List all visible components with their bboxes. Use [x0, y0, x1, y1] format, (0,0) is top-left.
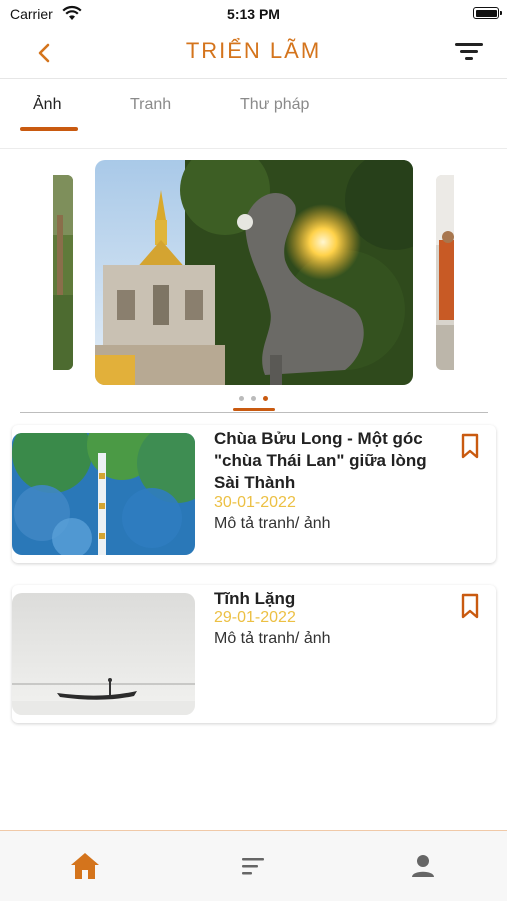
section-divider — [20, 412, 488, 413]
clock-time: 5:13 PM — [227, 6, 280, 22]
tab-tranh[interactable]: Tranh — [130, 96, 171, 114]
image-carousel[interactable] — [0, 160, 507, 385]
carousel-slide-main[interactable] — [95, 160, 413, 385]
active-tab-indicator — [20, 127, 78, 131]
list-icon[interactable] — [236, 849, 270, 883]
bookmark-icon[interactable] — [458, 593, 482, 619]
filter-icon[interactable] — [453, 38, 485, 66]
battery-icon — [473, 7, 502, 19]
tab-anh[interactable]: Ảnh — [33, 96, 61, 114]
artwork-thumbnail[interactable] — [12, 593, 195, 715]
artwork-title: Tĩnh Lặng — [214, 589, 296, 608]
carousel-pager — [0, 396, 507, 406]
artwork-card[interactable]: Chùa Bửu Long - Một góc "chùa Thái Lan" … — [12, 425, 496, 563]
pager-dot[interactable] — [239, 396, 244, 401]
carousel-slide-previous[interactable] — [53, 175, 73, 370]
artwork-date: 29-01-2022 — [214, 609, 296, 626]
artwork-date: 30-01-2022 — [214, 494, 296, 511]
navigation-bar: TRIỂN LÃM — [0, 28, 507, 79]
artwork-description: Mô tả tranh/ ảnh — [214, 515, 331, 532]
pager-dot[interactable] — [251, 396, 256, 401]
profile-icon[interactable] — [406, 849, 440, 883]
artwork-thumbnail[interactable] — [12, 433, 195, 555]
status-bar: Carrier 5:13 PM — [0, 0, 507, 28]
carousel-slide-next[interactable] — [436, 175, 454, 370]
artwork-title: Chùa Bửu Long - Một góc "chùa Thái Lan" … — [214, 429, 427, 492]
category-tabs: Ảnh Tranh Thư pháp — [0, 80, 507, 149]
tab-thu-phap[interactable]: Thư pháp — [240, 96, 309, 114]
page-title: TRIỂN LÃM — [185, 38, 322, 63]
pager-indicator — [233, 408, 275, 411]
artwork-description: Mô tả tranh/ ảnh — [214, 630, 331, 647]
bookmark-icon[interactable] — [458, 433, 482, 459]
home-icon[interactable] — [68, 849, 102, 883]
pager-dot-active[interactable] — [263, 396, 268, 401]
artwork-card[interactable]: Tĩnh Lặng 29-01-2022 Mô tả tranh/ ảnh — [12, 585, 496, 723]
bottom-navigation — [0, 830, 507, 901]
